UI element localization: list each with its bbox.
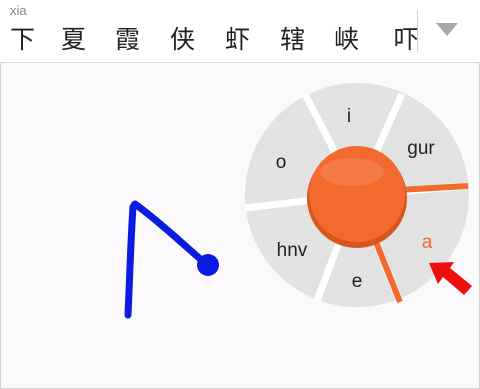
red-arrow-icon: [429, 262, 472, 295]
sector-label-gur[interactable]: gur: [407, 138, 435, 159]
wheel-center-highlight: [320, 158, 384, 186]
stroke-endpoint: [197, 254, 219, 276]
sector-label-hnv[interactable]: hnv: [277, 240, 308, 261]
handwriting-canvas[interactable]: i gur a e hnv o: [0, 0, 480, 389]
sector-label-a[interactable]: a: [422, 232, 433, 253]
sector-label-e[interactable]: e: [352, 271, 363, 292]
sector-label-o[interactable]: o: [276, 152, 287, 173]
sector-label-i[interactable]: i: [347, 106, 351, 127]
gesture-stroke: [124, 200, 209, 319]
